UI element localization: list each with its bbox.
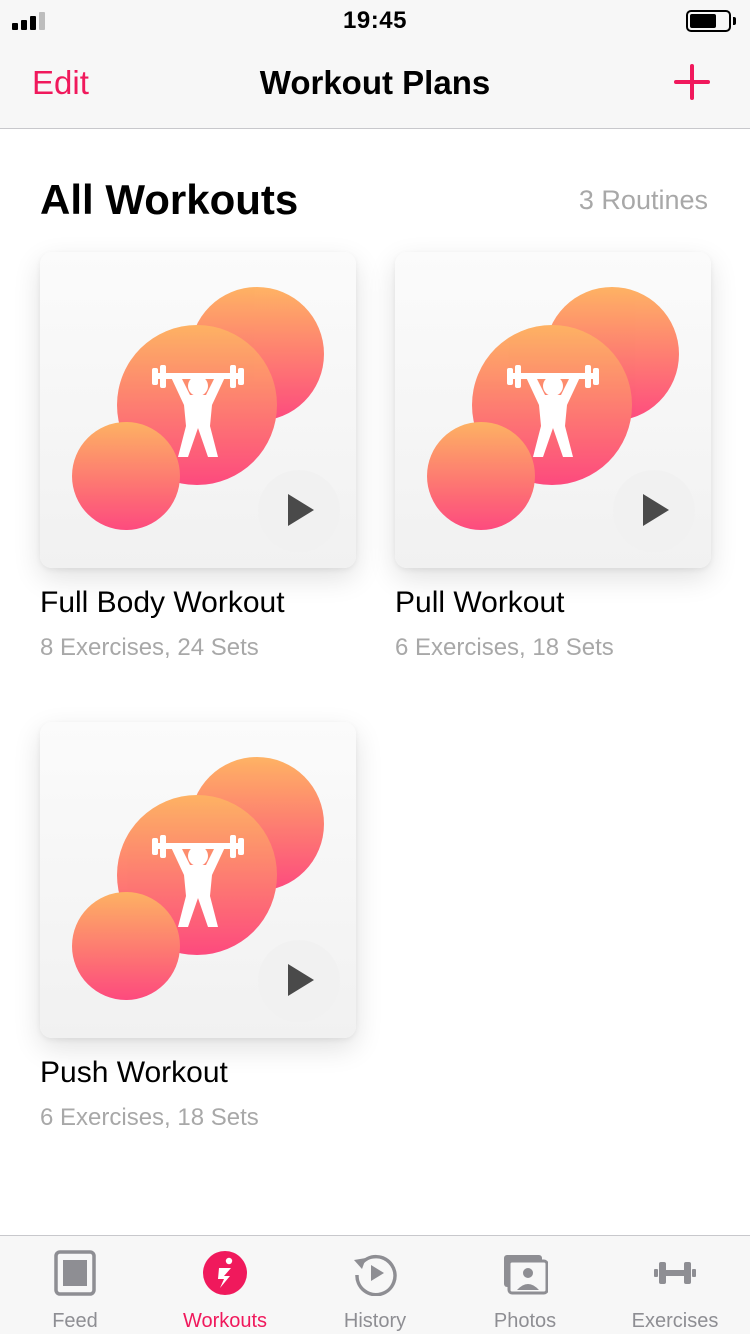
- tab-label: Exercises: [631, 1310, 719, 1332]
- routine-count: 3 Routines: [578, 185, 708, 215]
- add-workout-button[interactable]: [672, 62, 712, 102]
- status-time: 19:45: [343, 7, 407, 34]
- dumbbell-icon: [654, 1262, 696, 1284]
- workout-subtitle: 6 Exercises, 18 Sets: [395, 634, 614, 661]
- photos-icon: [504, 1255, 548, 1295]
- play-button[interactable]: [613, 470, 695, 552]
- feed-icon: [54, 1250, 96, 1296]
- workout-title: Pull Workout: [395, 586, 565, 619]
- status-bar: 19:45: [0, 0, 750, 40]
- tab-bar: Feed Workouts History Photos Exercises: [0, 1235, 750, 1334]
- tab-history[interactable]: History: [300, 1236, 450, 1334]
- workout-subtitle: 6 Exercises, 18 Sets: [40, 1104, 259, 1131]
- workout-card[interactable]: Full Body Workout 8 Exercises, 24 Sets: [40, 252, 356, 662]
- tab-workouts[interactable]: Workouts: [150, 1236, 300, 1334]
- workout-thumbnail[interactable]: [40, 722, 356, 1038]
- navigation-bar: Edit Workout Plans: [0, 40, 750, 129]
- workout-thumbnail[interactable]: [395, 252, 711, 568]
- workout-thumbnail[interactable]: [40, 252, 356, 568]
- play-button[interactable]: [258, 940, 340, 1022]
- workout-title: Full Body Workout: [40, 586, 285, 619]
- workout-plans-screen: 19:45 Edit Workout Plans All Workouts 3 …: [0, 0, 750, 1334]
- workout-card[interactable]: Push Workout 6 Exercises, 18 Sets: [40, 722, 356, 1132]
- tab-photos[interactable]: Photos: [450, 1236, 600, 1334]
- workouts-icon: [203, 1251, 247, 1295]
- workout-card[interactable]: Pull Workout 6 Exercises, 18 Sets: [395, 252, 711, 662]
- tab-feed[interactable]: Feed: [0, 1236, 150, 1334]
- tab-label: Workouts: [182, 1310, 268, 1332]
- edit-button[interactable]: Edit: [32, 64, 89, 102]
- tab-label: Photos: [493, 1310, 557, 1332]
- workout-title: Push Workout: [40, 1056, 228, 1089]
- history-icon: [354, 1254, 397, 1296]
- workout-subtitle: 8 Exercises, 24 Sets: [40, 634, 259, 661]
- tab-exercises[interactable]: Exercises: [600, 1236, 750, 1334]
- tab-label: History: [343, 1310, 407, 1332]
- page-title: Workout Plans: [259, 64, 491, 101]
- tab-label: Feed: [52, 1310, 98, 1332]
- play-button[interactable]: [258, 470, 340, 552]
- section-title: All Workouts: [40, 176, 299, 223]
- battery-icon: [686, 10, 736, 32]
